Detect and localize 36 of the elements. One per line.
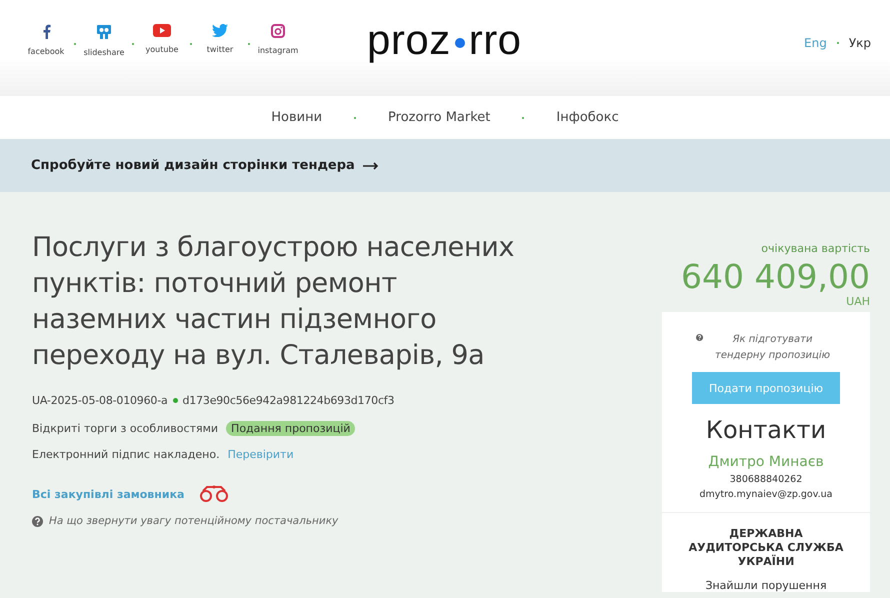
price-amount: 640 409,00 [681,259,870,295]
nav-link[interactable]: Інфобокс [556,110,619,125]
tender-id: UA-2025-05-08-010960-a [32,394,168,407]
nav-link[interactable]: Новини [271,110,322,125]
nav-link[interactable]: Prozorro Market [388,110,490,125]
instagram-icon [271,24,285,38]
audit-title: ДЕРЖАВНА АУДИТОРСЬКА СЛУЖБА УКРАЇНИ [688,527,844,569]
tender-title: Послуги з благоустрою населених пунктів: поточний ремонт наземних частин підземного переходу на вул. Сталеварів, 9а [32,231,516,373]
arrow-icon [362,162,379,170]
language-link[interactable]: Укр [848,36,871,50]
question-icon [696,332,704,343]
bird-icon [212,24,228,37]
currency: UAH [846,295,870,308]
status-badge: Подання пропозицій [226,421,356,436]
social-link[interactable]: facebook [30,24,62,56]
dot-icon [172,398,178,403]
tender-hash: d173e90c56e942a981224b693d170cf3 [182,394,394,407]
procedure-type: Відкриті торги з особливостями [32,422,218,435]
contact-phone: 380688840262 [730,474,802,485]
slideshare-icon [96,24,112,40]
bid-guide-link[interactable]: Як підготувати тендерну пропозицію [709,332,836,364]
banner-link[interactable]: Спробуйте новий дизайн сторінки тендера [31,158,355,173]
question-icon [32,516,43,526]
youtube-icon [153,24,171,37]
facebook-icon [42,24,50,39]
contacts-title: Контакти [706,416,826,444]
binoculars-icon[interactable] [198,485,230,503]
signature-text: Електронний підпис накладено. [32,448,220,461]
contact-name: Дмитро Минаєв [708,454,824,470]
social-link[interactable]: twitter [204,24,236,54]
contact-email: dmytro.mynaiev@zp.gov.ua [700,489,832,500]
social-link[interactable]: youtube [146,24,178,54]
price-label: очікувана вартість [761,242,870,255]
logo[interactable]: proz rro [367,16,522,64]
supplier-hint-link[interactable]: На що звернути увагу потенційному постачальнику [49,515,338,527]
audit-text: Знайшли порушення [705,579,827,592]
